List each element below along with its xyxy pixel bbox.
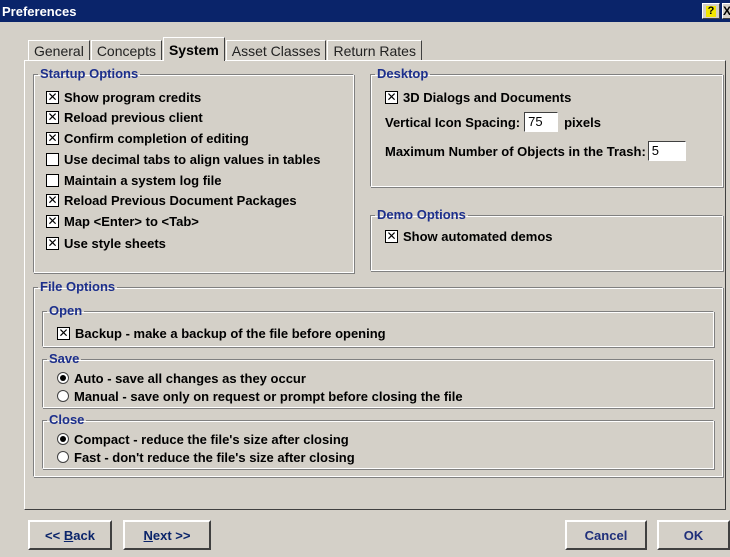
checkbox[interactable]: ✕ <box>385 90 398 104</box>
help-icon: ? <box>706 4 716 17</box>
checkbox[interactable]: ✕ <box>46 214 59 228</box>
tab-return-rates[interactable]: Return Rates <box>327 40 422 61</box>
radio-label: Manual - save only on request or prompt … <box>74 388 463 404</box>
checkbox[interactable]: ✕ <box>46 236 59 250</box>
tab-general[interactable]: General <box>28 40 90 61</box>
demo-options-legend: Demo Options <box>377 207 466 222</box>
radio-button[interactable] <box>57 433 69 445</box>
checkbox-label: Reload Previous Document Packages <box>64 192 297 208</box>
tab-concepts[interactable]: Concepts <box>90 40 162 61</box>
trash-limit-row: Maximum Number of Objects in the Trash: … <box>385 140 692 162</box>
close-icon: X <box>723 4 730 18</box>
startup-option[interactable]: Maintain a system log file <box>46 171 222 189</box>
checkbox[interactable] <box>46 152 59 166</box>
startup-options-legend: Startup Options <box>40 66 139 81</box>
tab-strip: General Concepts System Asset Classes Re… <box>28 37 423 61</box>
tab-asset-classes[interactable]: Asset Classes <box>225 40 327 61</box>
save-legend: Save <box>49 351 80 366</box>
open-legend: Open <box>49 303 83 318</box>
radio-label: Compact - reduce the file's size after c… <box>74 431 349 447</box>
startup-option[interactable]: ✕ Show program credits <box>46 88 201 106</box>
back-button[interactable]: << Back <box>28 520 112 550</box>
checkbox[interactable]: ✕ <box>46 110 59 124</box>
back-label: ack <box>73 527 95 543</box>
icon-spacing-input[interactable]: 75 <box>524 112 559 132</box>
next-label: ext >> <box>152 527 191 543</box>
demo-options-group: Demo Options ✕ Show automated demos <box>370 207 723 271</box>
startup-option[interactable]: ✕ Confirm completion of editing <box>46 129 249 147</box>
close-fast-option[interactable]: Fast - don't reduce the file's size afte… <box>57 448 355 466</box>
radio-button[interactable] <box>57 451 69 463</box>
icon-spacing-row: Vertical Icon Spacing: 75 pixels <box>385 111 601 133</box>
close-group: Close Compact - reduce the file's size a… <box>42 412 714 469</box>
checkbox[interactable]: ✕ <box>385 229 398 243</box>
checkbox-label: Use decimal tabs to align values in tabl… <box>64 151 321 167</box>
startup-option[interactable]: Use decimal tabs to align values in tabl… <box>46 150 320 168</box>
file-options-legend: File Options <box>40 279 116 294</box>
checkbox-label: Show program credits <box>64 89 202 105</box>
next-accelerator: N <box>143 527 153 543</box>
cancel-button[interactable]: Cancel <box>565 520 647 550</box>
file-options-group: File Options Open ✕ Backup - make a backu… <box>33 279 723 477</box>
back-accelerator: B <box>63 527 74 543</box>
checkbox-label: Show automated demos <box>403 228 553 244</box>
checkbox-label: Use style sheets <box>64 235 166 251</box>
system-tab-panel: Startup Options ✕ Show program credits ✕ R… <box>24 60 726 510</box>
backup-option[interactable]: ✕ Backup - make a backup of the file befo… <box>57 324 386 342</box>
startup-option[interactable]: ✕ Reload previous client <box>46 108 203 126</box>
tab-system[interactable]: System <box>162 37 225 61</box>
title-bar: Preferences ? X <box>0 0 730 22</box>
checkbox[interactable]: ✕ <box>46 131 59 145</box>
checkbox[interactable]: ✕ <box>46 90 59 104</box>
checkbox[interactable] <box>46 173 59 187</box>
save-group: Save Auto - save all changes as they occ… <box>42 351 714 408</box>
next-button[interactable]: Next >> <box>123 520 211 550</box>
trash-limit-label: Maximum Number of Objects in the Trash: <box>385 143 646 159</box>
close-compact-option[interactable]: Compact - reduce the file's size after c… <box>57 430 349 448</box>
checkbox-label: Reload previous client <box>64 109 203 125</box>
desktop-group: Desktop ✕ 3D Dialogs and Documents Vertic… <box>370 66 723 187</box>
startup-option[interactable]: ✕ Use style sheets <box>46 234 166 252</box>
checkbox-label: Map <Enter> to <Tab> <box>64 213 199 229</box>
help-button[interactable]: ? <box>702 3 720 19</box>
save-manual-option[interactable]: Manual - save only on request or prompt … <box>57 387 463 405</box>
checkbox-label: Maintain a system log file <box>64 172 222 188</box>
dialog-body: General Concepts System Asset Classes Re… <box>0 22 730 557</box>
icon-spacing-unit: pixels <box>564 114 601 130</box>
checkbox[interactable]: ✕ <box>57 326 70 340</box>
startup-options-group: Startup Options ✕ Show program credits ✕ R… <box>33 66 354 273</box>
checkbox[interactable]: ✕ <box>46 193 59 207</box>
open-group: Open ✕ Backup - make a backup of the file… <box>42 303 714 347</box>
save-auto-option[interactable]: Auto - save all changes as they occur <box>57 369 306 387</box>
3d-dialogs-option[interactable]: ✕ 3D Dialogs and Documents <box>385 88 571 106</box>
back-arrows: << <box>45 527 64 543</box>
checkbox-label: Backup - make a backup of the file befor… <box>75 325 386 341</box>
radio-button[interactable] <box>57 390 69 402</box>
close-button[interactable]: X <box>722 3 730 19</box>
startup-option[interactable]: ✕ Reload Previous Document Packages <box>46 191 297 209</box>
automated-demos-option[interactable]: ✕ Show automated demos <box>385 227 553 245</box>
radio-button[interactable] <box>57 372 69 384</box>
icon-spacing-label: Vertical Icon Spacing: <box>385 114 521 130</box>
window-title: Preferences <box>2 3 77 19</box>
radio-label: Fast - don't reduce the file's size afte… <box>74 449 355 465</box>
ok-button[interactable]: OK <box>657 520 730 550</box>
trash-limit-input[interactable]: 5 <box>647 141 686 161</box>
checkbox-label: 3D Dialogs and Documents <box>403 89 572 105</box>
close-legend: Close <box>49 412 85 427</box>
desktop-legend: Desktop <box>377 66 429 81</box>
startup-option[interactable]: ✕ Map <Enter> to <Tab> <box>46 212 199 230</box>
radio-label: Auto - save all changes as they occur <box>74 370 306 386</box>
checkbox-label: Confirm completion of editing <box>64 130 249 146</box>
